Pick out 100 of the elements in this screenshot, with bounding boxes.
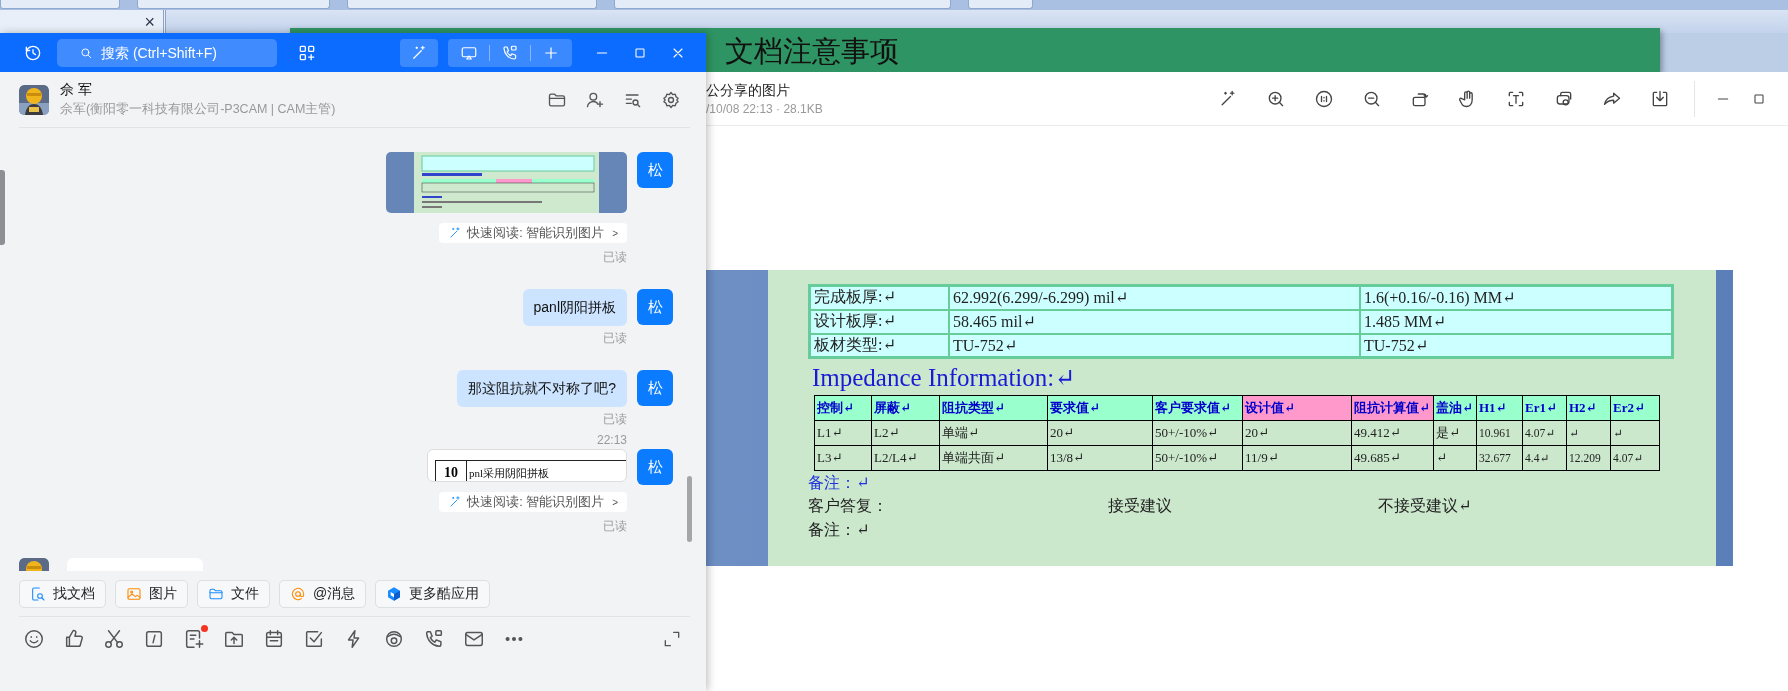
read-status: 已读 (603, 249, 627, 265)
folder-icon (208, 586, 224, 602)
actual-size-icon[interactable] (1314, 88, 1334, 109)
table-cell: 单端共面↵ (939, 445, 1048, 471)
reply-label: 客户答复： (808, 496, 889, 516)
column-header: Er2↵ (1610, 395, 1660, 421)
avatar[interactable]: 松 (637, 152, 673, 188)
table-cell: 单端↵ (939, 420, 1048, 446)
option-text: 不接受建议↵ (1378, 496, 1472, 516)
table-cell: 11/9↵ (1242, 445, 1352, 471)
document-search-icon (30, 586, 46, 602)
sparkle-icon (448, 495, 463, 509)
table-cell: L3↵ (814, 445, 872, 471)
message-bubble[interactable]: 那这阻抗就不对称了吧? (457, 370, 627, 407)
read-status: 已读 (603, 518, 627, 534)
contact-name: 佘 军 (60, 81, 93, 98)
table-cell: 20↵ (1047, 420, 1153, 446)
close-glyph[interactable]: × (144, 11, 155, 32)
column-header: H1↵ (1476, 395, 1523, 421)
quick-action-button[interactable]: 找文档 (19, 580, 106, 608)
table-cell: 13/8↵ (1047, 445, 1153, 471)
table-cell: 50+/-10%↵ (1152, 445, 1243, 471)
table-cell: 4.4↵ (1522, 445, 1567, 471)
table-cell: 49.412↵ (1351, 420, 1434, 446)
table-cell: 12.209 (1566, 445, 1611, 471)
column-header: 设计值↵ (1242, 395, 1352, 421)
table-cell: ↵ (1610, 420, 1660, 446)
table-cell: L2↵ (871, 420, 940, 446)
table-cell: 完成板厚:↵ (809, 285, 949, 310)
download-icon[interactable] (1650, 88, 1670, 109)
table-cell: ↵ (1566, 420, 1611, 446)
table-cell: 32.677 (1476, 445, 1523, 471)
table-cell: 50+/-10%↵ (1152, 420, 1243, 446)
quick-read-button[interactable]: 快速阅读: 智能识别图片 > (439, 492, 627, 512)
emoji-icon[interactable] (23, 628, 45, 650)
column-header: 盖油↵ (1433, 395, 1477, 421)
read-status: 已读 (603, 330, 627, 346)
avatar[interactable]: 松 (637, 289, 673, 325)
quick-read-button[interactable]: 快速阅读: 智能识别图片 > (439, 223, 627, 243)
quick-action-button[interactable]: @消息 (279, 580, 367, 608)
table-cell: ↵ (1433, 445, 1477, 471)
note-label: 备注：↵ (808, 520, 871, 540)
avatar[interactable]: 松 (637, 370, 673, 406)
table-cell: 1.485 MM↵ (1360, 309, 1673, 334)
checkbox-icon[interactable] (303, 628, 325, 650)
slash-icon[interactable] (143, 628, 165, 650)
image-icon (126, 586, 142, 602)
phone-icon[interactable] (423, 628, 445, 650)
table-cell: 4.07↵ (1610, 445, 1660, 471)
message-bubble[interactable]: panl阴阳拼板 (522, 289, 627, 326)
table-cell: 58.465 mil↵ (949, 309, 1360, 334)
table-cell: L1↵ (814, 420, 872, 446)
table-cell: 10 (436, 461, 467, 481)
thumbs-up-icon[interactable] (63, 628, 85, 650)
table-cell: 板材类型:↵ (809, 333, 949, 358)
column-header: Er1↵ (1522, 395, 1567, 421)
document-heading: Impedance Information:↵ (811, 363, 1077, 393)
quick-action-button[interactable]: 文件 (197, 580, 270, 608)
image-meta: /10/08 22:13 · 28.1KB (706, 101, 824, 116)
image-thumbnail[interactable]: 10 pnl采用阴阳拼板 (427, 449, 627, 482)
expand-icon[interactable] (662, 629, 682, 649)
note-plus-icon[interactable] (183, 628, 205, 650)
table-cell: 20↵ (1242, 420, 1352, 446)
settings-icon[interactable] (661, 89, 681, 110)
table-cell: 1.6(+0.16/-0.16) MM↵ (1360, 285, 1673, 310)
table-cell: 4.07↵ (1522, 420, 1567, 446)
column-header: 控制↵ (814, 395, 872, 421)
avatar[interactable]: 松 (637, 449, 673, 485)
avatar[interactable] (19, 84, 49, 115)
column-header: 客户要求值↵ (1152, 395, 1243, 421)
phone-icon[interactable] (500, 43, 519, 62)
sparkle-icon (410, 43, 428, 62)
table-cell: 是↵ (1433, 420, 1477, 446)
read-status: 已读 (603, 411, 627, 427)
banner-title: 文档注意事项 (725, 35, 899, 67)
sparkle-icon (448, 226, 463, 240)
scrollbar[interactable] (687, 476, 692, 542)
image-thumbnail[interactable] (386, 152, 627, 213)
table-cell: 49.685↵ (1351, 445, 1434, 471)
at-sign-icon (290, 586, 306, 602)
column-header: 要求值↵ (1047, 395, 1153, 421)
table-cell: TU-752↵ (949, 333, 1360, 358)
quick-action-button[interactable]: 更多酷应用 (375, 580, 491, 608)
note-label: 备注：↵ (808, 473, 871, 493)
table-cell-text: pnl采用阴阳拼板 (468, 466, 550, 481)
calendar-icon[interactable] (263, 628, 285, 650)
column-header: 阻抗计算值↵ (1351, 395, 1434, 421)
scrollbar[interactable] (0, 170, 5, 245)
column-header: 屏蔽↵ (871, 395, 940, 421)
option-text: 接受建议 (1108, 496, 1173, 516)
table-cell: 设计板厚:↵ (809, 309, 949, 334)
column-header: 阻抗类型↵ (939, 395, 1048, 421)
image-title: 公分享的图片 (706, 81, 791, 99)
quick-action-button[interactable]: 图片 (115, 580, 188, 608)
timestamp: 22:13 (596, 433, 627, 447)
table-cell: TU-752↵ (1360, 333, 1673, 358)
scissors-icon[interactable] (103, 628, 125, 650)
cube-icon (386, 586, 403, 602)
circle-app-icon[interactable] (383, 628, 405, 650)
table-cell: L2/L4↵ (871, 445, 940, 471)
